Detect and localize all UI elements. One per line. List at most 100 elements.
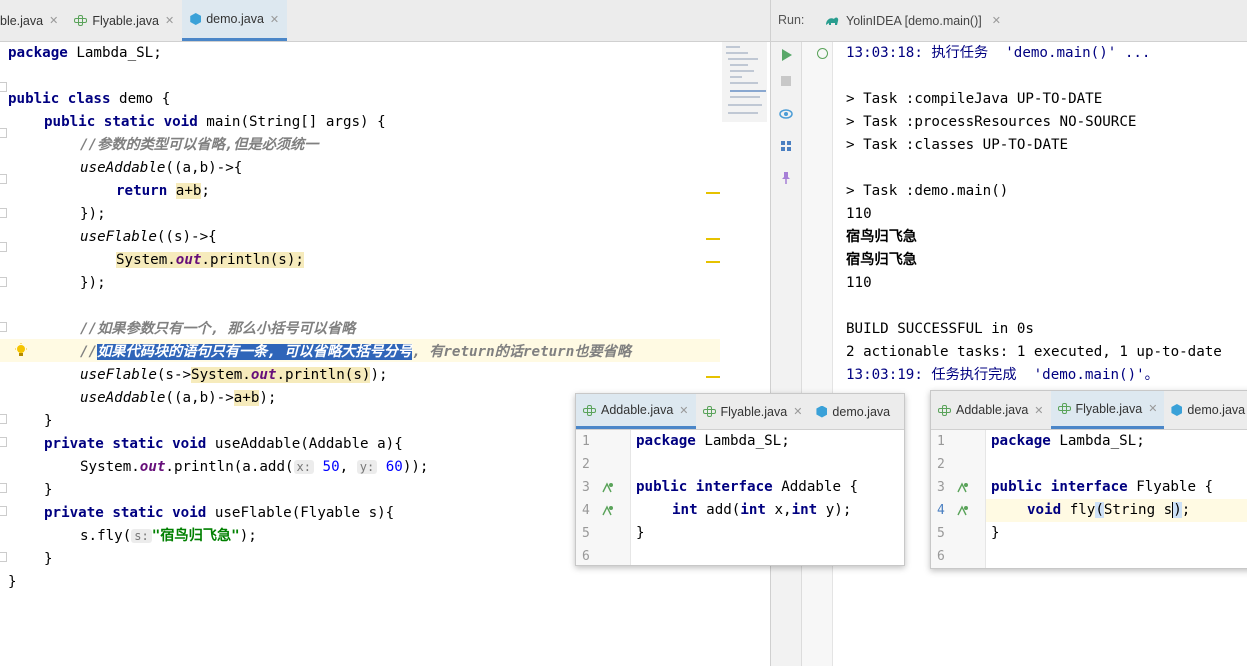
run-tab[interactable]: YolinIDEA [demo.main()] ✕ (819, 0, 1007, 41)
code-line: public static void main(String[] args) { (44, 111, 386, 134)
keyword: public interface (991, 479, 1128, 495)
pin-icon[interactable] (779, 171, 793, 185)
close-icon[interactable]: ✕ (679, 404, 688, 417)
close-icon[interactable]: ✕ (49, 14, 58, 27)
text-selection: 如果代码块的语句只有一条, 可以省略大括号分号 (97, 344, 413, 360)
interface-icon (938, 404, 951, 416)
line-number: 2 (582, 457, 590, 472)
tab-addable[interactable]: Addable.java ✕ (931, 391, 1051, 429)
method-call: useFlable (80, 229, 157, 245)
code-text: useAddable(Addable a){ (206, 436, 403, 452)
code-line: package Lambda_SL; (991, 430, 1145, 453)
code-line: private static void useFlable(Flyable s)… (44, 502, 394, 525)
code-text: demo { (110, 91, 171, 107)
fold-marker[interactable] (0, 208, 7, 218)
fold-marker[interactable] (0, 277, 7, 287)
tab-label: demo.java (206, 12, 264, 26)
line-number: 3 (937, 480, 945, 495)
warning-marker[interactable] (706, 238, 720, 240)
line-number: 5 (937, 526, 945, 541)
tab-flyable[interactable]: Flyable.java ✕ (66, 0, 182, 41)
number-literal: 50 (322, 459, 340, 475)
tab-label: Flyable.java (92, 13, 160, 28)
comment-text: , 有return的话return也要省略 (412, 344, 632, 360)
warning-marker[interactable] (706, 376, 720, 378)
static-field: out (139, 459, 166, 475)
comment-line: //如果代码块的语句只有一条, 可以省略大括号分号, 有return的话retu… (80, 341, 631, 364)
fold-marker[interactable] (0, 242, 7, 252)
close-icon[interactable]: ✕ (992, 14, 1001, 27)
line-number: 5 (582, 526, 590, 541)
stop-icon[interactable] (779, 74, 793, 88)
parameter-hint: x: (293, 460, 314, 474)
warning-highlight: System.out.println(s) (191, 367, 371, 383)
run-tab-label: YolinIDEA [demo.main()] (846, 13, 982, 28)
console-line: > Task :demo.main() (846, 183, 1009, 199)
code-text: .println(s) (276, 367, 371, 383)
code-text: ((a,b)-> (165, 390, 234, 406)
eye-icon[interactable] (779, 107, 793, 121)
tab-flyable[interactable]: Flyable.java ✕ (696, 394, 810, 429)
tab-label: ble.java (0, 13, 44, 28)
fold-marker[interactable] (0, 322, 7, 332)
implemented-icon[interactable] (957, 505, 969, 517)
method-call: useAddable (80, 390, 166, 406)
close-icon[interactable]: ✕ (165, 14, 174, 27)
fold-marker[interactable] (0, 552, 7, 562)
lightbulb-icon[interactable] (14, 343, 28, 357)
close-icon[interactable]: ✕ (793, 405, 802, 418)
line-number-gutter: 1 2 3 4 5 6 (576, 430, 631, 565)
code-line: package Lambda_SL; (8, 42, 162, 65)
minimap[interactable] (722, 42, 767, 122)
close-icon[interactable]: ✕ (270, 13, 279, 26)
keyword: private static void (44, 505, 207, 521)
layout-icon[interactable] (779, 139, 793, 153)
tab-flyable[interactable]: Flyable.java ✕ (1050, 391, 1165, 429)
run-icon[interactable] (779, 48, 793, 62)
keyword: package (8, 45, 68, 61)
comment-line: //参数的类型可以省略,但是必须统一 (80, 137, 319, 153)
implemented-icon[interactable] (957, 482, 969, 494)
fold-marker[interactable] (0, 506, 7, 516)
fold-marker[interactable] (0, 82, 7, 92)
tab-demo[interactable]: demo.java ✕ (182, 0, 288, 41)
keyword: package (991, 433, 1051, 449)
code-line: System.out.println(a.add(x: 50, y: 60)); (80, 456, 428, 479)
class-icon (816, 405, 828, 418)
close-icon[interactable]: ✕ (1034, 404, 1043, 417)
code-text: ; (1181, 502, 1191, 518)
warning-marker[interactable] (706, 261, 720, 263)
addable-popup[interactable]: Addable.java ✕ Flyable.java ✕ demo.java 1 … (575, 393, 905, 566)
line-number: 4 (937, 503, 945, 518)
implemented-icon[interactable] (602, 505, 614, 517)
warning-marker[interactable] (706, 192, 720, 194)
line-number: 1 (937, 434, 945, 449)
code-text: add( (697, 502, 741, 518)
fold-marker[interactable] (0, 437, 7, 447)
fold-marker[interactable] (0, 483, 7, 493)
tab-demo[interactable]: demo.java (1164, 391, 1247, 429)
console-line: > Task :processResources NO-SOURCE (846, 114, 1137, 130)
code-editor[interactable]: package Lambda_SL; public class demo { p… (0, 42, 770, 666)
code-line: useFlable(s->System.out.println(s)); (80, 364, 388, 387)
console-line: > Task :compileJava UP-TO-DATE (846, 91, 1103, 107)
code-line: void fly(String s); (1027, 499, 1190, 522)
close-icon[interactable]: ✕ (1148, 402, 1157, 415)
flyable-popup[interactable]: Addable.java ✕ Flyable.java ✕ demo.java 1 … (930, 390, 1247, 569)
implemented-icon[interactable] (602, 482, 614, 494)
tab-demo[interactable]: demo.java (809, 394, 897, 429)
code-line: } (44, 551, 53, 567)
console-line: 2 actionable tasks: 1 executed, 1 up-to-… (846, 344, 1222, 360)
code-text: , (339, 459, 357, 475)
code-text: Flyable { (1127, 479, 1214, 495)
fold-marker[interactable] (0, 128, 7, 138)
code-line: public interface Flyable { (991, 476, 1213, 499)
tab-label: Flyable.java (1075, 401, 1143, 416)
fold-marker[interactable] (0, 174, 7, 184)
tab-addable[interactable]: Addable.java ✕ (576, 394, 696, 429)
console-line: 110 (846, 275, 872, 291)
tab-addable[interactable]: ble.java ✕ (0, 0, 66, 41)
code-text: String s (1103, 502, 1173, 518)
fold-marker[interactable] (0, 414, 7, 424)
code-line: }); (80, 206, 106, 222)
